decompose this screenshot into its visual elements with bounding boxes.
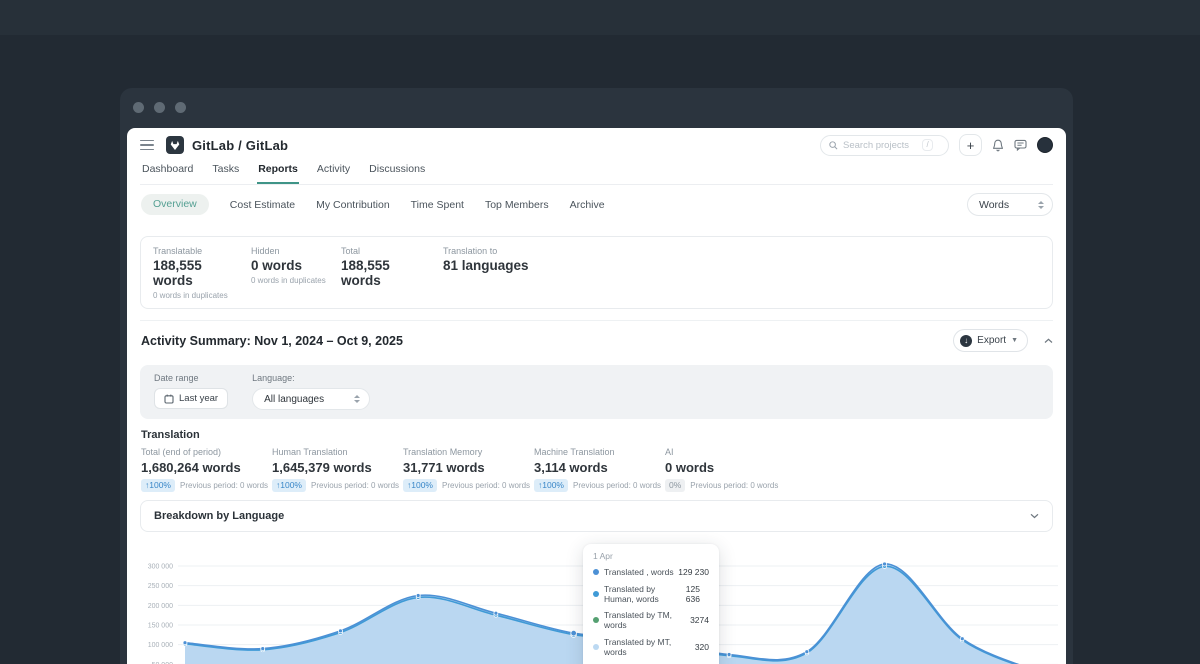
search-input[interactable] [843,140,917,151]
translation-stat-human: Human Translation 1,645,379 words ↑100%P… [272,447,403,492]
translation-stat-mt: Machine Translation 3,114 words ↑100%Pre… [534,447,665,492]
summary-stats-card: Translatable 188,555 words 0 words in du… [140,236,1053,309]
date-range-filter: Date range Last year [154,373,228,410]
app-window: GitLab / GitLab / + [120,88,1073,664]
language-select[interactable]: All languages [252,388,370,410]
activity-chart-area: 050 000100 000150 000200 000250 000300 0… [140,535,1053,664]
collapse-section-icon[interactable] [1044,338,1053,344]
svg-text:300 000: 300 000 [148,563,173,570]
translation-title: Translation [141,429,1053,441]
tooltip-date: 1 Apr [593,551,709,561]
translation-stat-tm: Translation Memory 31,771 words ↑100%Pre… [403,447,534,492]
tab-tasks[interactable]: Tasks [211,159,240,184]
select-caret-icon [1038,201,1044,209]
subtab-overview[interactable]: Overview [141,194,209,215]
trend-badge: 0% [665,479,685,492]
trend-badge: ↑100% [534,479,568,492]
date-range-button[interactable]: Last year [154,388,228,409]
notifications-button[interactable] [992,139,1004,152]
stat-hidden: Hidden 0 words 0 words in duplicates [239,246,329,300]
stat-total: Total 188,555 words [329,246,431,300]
svg-text:150 000: 150 000 [148,622,173,629]
tooltip-row: Translated by Human, words 125 636 [593,584,709,604]
window-control-dot[interactable] [133,102,144,113]
stat-translation-to: Translation to 81 languages [431,246,529,300]
tooltip-row: Translated by TM, words 3274 [593,610,709,630]
tab-discussions[interactable]: Discussions [368,159,426,184]
series-dot-icon [593,617,599,623]
search-box[interactable]: / [820,135,949,156]
export-button[interactable]: ↓ Export ▼ [953,329,1028,352]
hamburger-menu-icon[interactable] [140,140,154,151]
stat-translatable: Translatable 188,555 words 0 words in du… [141,246,239,300]
subtab-cost-estimate[interactable]: Cost Estimate [230,199,295,211]
download-icon: ↓ [960,335,972,347]
window-control-dot[interactable] [175,102,186,113]
select-caret-icon [354,395,360,403]
trend-badge: ↑100% [141,479,175,492]
subtab-top-members[interactable]: Top Members [485,199,549,211]
translation-stat-ai: AI 0 words 0%Previous period: 0 words [665,447,796,492]
add-button[interactable]: + [959,134,982,156]
background-top-band [0,0,1200,35]
tab-activity[interactable]: Activity [316,159,351,184]
calendar-icon [164,394,174,404]
unit-selector[interactable]: Words [967,193,1053,216]
date-range-label: Date range [154,373,228,383]
app-sheet: GitLab / GitLab / + [127,128,1066,664]
activity-summary-title: Activity Summary: Nov 1, 2024 – Oct 9, 2… [141,334,403,348]
breakdown-by-language-card[interactable]: Breakdown by Language [140,500,1053,532]
messages-button[interactable] [1014,139,1027,151]
search-shortcut-key: / [922,139,933,151]
series-dot-icon [593,569,599,575]
app-header: GitLab / GitLab / + [140,128,1053,156]
search-icon [829,141,838,150]
chart-filter-bar: Date range Last year Language: All langu… [140,365,1053,419]
activity-summary-header: Activity Summary: Nov 1, 2024 – Oct 9, 2… [140,321,1053,360]
series-dot-icon [593,644,599,650]
project-title: GitLab / GitLab [192,138,288,153]
chevron-down-icon[interactable] [1030,513,1039,519]
user-avatar[interactable] [1037,137,1053,153]
translation-stat-total: Total (end of period) 1,680,264 words ↑1… [141,447,272,492]
tooltip-row: Translated by MT, words 320 [593,637,709,657]
chart-tooltip: 1 Apr Translated , words 129 230 Transla… [583,544,719,664]
window-control-dot[interactable] [154,102,165,113]
primary-nav-tabs: Dashboard Tasks Reports Activity Discuss… [140,156,1053,185]
window-controls[interactable] [133,102,186,113]
trend-badge: ↑100% [272,479,306,492]
gitlab-logo-icon[interactable] [166,136,184,154]
report-subtabs: Overview Cost Estimate My Contribution T… [140,185,1053,223]
language-filter: Language: All languages [252,373,370,410]
language-label: Language: [252,373,370,383]
subtab-time-spent[interactable]: Time Spent [411,199,464,211]
series-dot-icon [593,591,599,597]
svg-text:250 000: 250 000 [148,583,173,590]
chat-icon [1014,139,1027,151]
subtab-my-contribution[interactable]: My Contribution [316,199,390,211]
unit-selector-value: Words [979,199,1009,211]
trend-badge: ↑100% [403,479,437,492]
tab-dashboard[interactable]: Dashboard [141,159,194,184]
subtab-archive[interactable]: Archive [570,199,605,211]
svg-text:200 000: 200 000 [148,602,173,609]
bell-icon [992,139,1004,152]
breakdown-title: Breakdown by Language [154,510,284,522]
svg-text:100 000: 100 000 [148,642,173,649]
export-label: Export [977,335,1006,346]
translation-section: Translation Total (end of period) 1,680,… [140,429,1053,492]
tooltip-row: Translated , words 129 230 [593,567,709,577]
chevron-down-icon: ▼ [1011,337,1018,344]
tab-reports[interactable]: Reports [257,159,299,184]
